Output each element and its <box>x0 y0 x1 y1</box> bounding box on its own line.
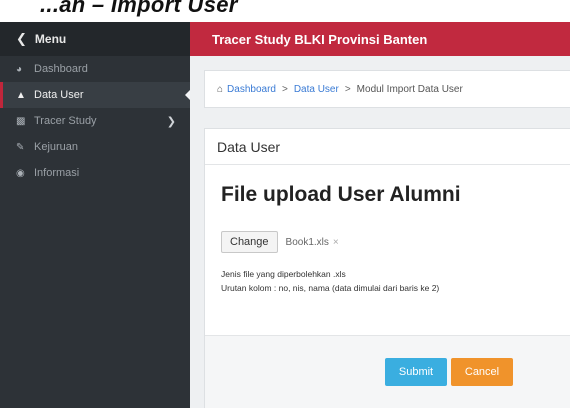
panel-title: Data User <box>205 129 570 165</box>
home-icon: ⌂ <box>217 83 224 95</box>
top-navbar: Tracer Study BLKI Provinsi Banten <box>190 22 570 56</box>
caption-text: ...an – Import User <box>40 0 238 17</box>
sidebar-item-informasi[interactable]: ◉ Informasi <box>0 160 190 186</box>
sidebar-item-tracer-study[interactable]: ▩ Tracer Study ❯ <box>0 108 190 134</box>
chevron-right-icon: ❯ <box>166 115 176 128</box>
app-title: Tracer Study BLKI Provinsi Banten <box>212 31 428 47</box>
panel-footer: Submit Cancel <box>205 335 570 408</box>
data-user-panel: Data User File upload User Alumni Change… <box>204 128 570 408</box>
sidebar-item-label: Data User <box>34 89 84 101</box>
remove-file-icon[interactable]: × <box>333 237 339 248</box>
menu-label: Menu <box>34 32 67 46</box>
breadcrumb: ⌂ Dashboard > Data User > Modul Import D… <box>204 70 570 108</box>
window-caption: ...an – Import User <box>0 0 570 22</box>
change-file-button[interactable]: Change <box>221 231 278 253</box>
menu-toggle[interactable]: ❮ Menu <box>0 22 190 56</box>
main-content: ⌂ Dashboard > Data User > Modul Import D… <box>190 56 570 408</box>
breadcrumb-separator: > <box>344 83 351 95</box>
sidebar-item-label: Kejuruan <box>34 141 79 153</box>
submit-button[interactable]: Submit <box>385 358 447 386</box>
user-icon: ▲ <box>16 89 26 101</box>
breadcrumb-dashboard[interactable]: Dashboard <box>227 84 276 95</box>
allowed-file-note: Jenis file yang diperbolehkan .xls <box>221 269 346 279</box>
chevron-left-icon: ❮ <box>16 31 27 46</box>
sidebar-item-kejuruan[interactable]: ✎ Kejuruan <box>0 134 190 160</box>
pencil-icon: ✎ <box>16 141 25 153</box>
cancel-button[interactable]: Cancel <box>451 358 513 386</box>
upload-heading: File upload User Alumni <box>221 183 461 206</box>
globe-icon: ◉ <box>16 167 25 179</box>
breadcrumb-current: Modul Import Data User <box>356 83 463 95</box>
sidebar-item-label: Dashboard <box>34 63 88 75</box>
sidebar: ❮ Menu ◕ Dashboard ▲ Data User ▩ Tracer … <box>0 22 191 408</box>
column-order-note: Urutan kolom : no, nis, nama (data dimul… <box>221 283 440 293</box>
file-input-row: Change Book1.xls × <box>221 231 339 253</box>
sidebar-item-data-user[interactable]: ▲ Data User <box>0 82 191 108</box>
breadcrumb-separator: > <box>281 83 288 95</box>
sidebar-item-dashboard[interactable]: ◕ Dashboard <box>0 56 190 82</box>
dashboard-icon: ◕ <box>16 63 23 75</box>
sidebar-item-label: Informasi <box>34 167 80 179</box>
breadcrumb-data-user[interactable]: Data User <box>294 84 339 95</box>
selected-file-name: Book1.xls <box>285 236 329 248</box>
chart-icon: ▩ <box>16 115 26 127</box>
sidebar-item-label: Tracer Study <box>34 115 97 127</box>
